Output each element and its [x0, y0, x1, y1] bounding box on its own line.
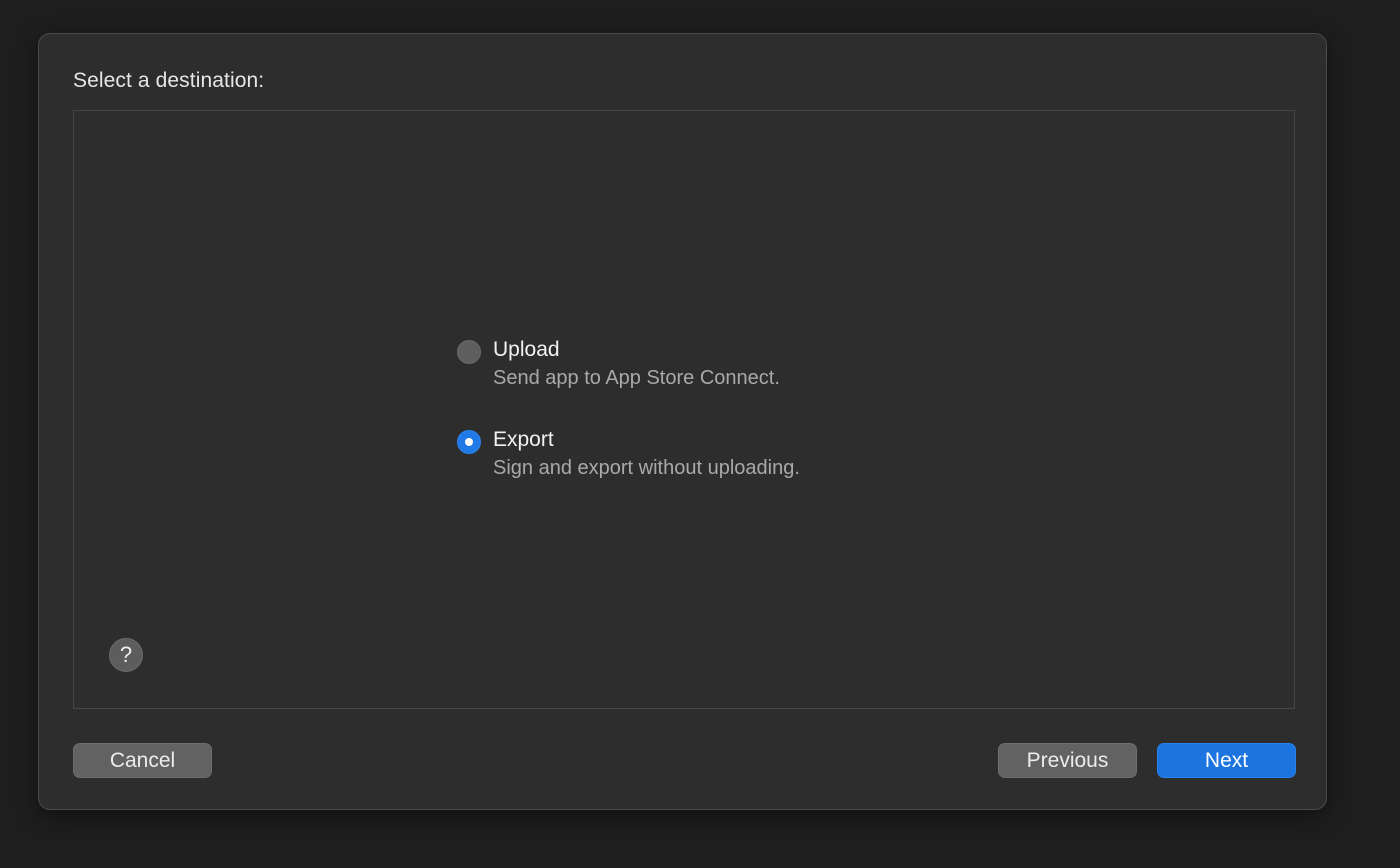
previous-button[interactable]: Previous: [998, 743, 1137, 778]
export-dialog: Select a destination: Upload Send app to…: [38, 33, 1327, 810]
upload-radio-icon[interactable]: [457, 340, 481, 364]
option-export-title: Export: [493, 428, 554, 451]
option-export-description: Sign and export without uploading.: [493, 457, 800, 479]
export-radio-icon[interactable]: [457, 430, 481, 454]
help-button[interactable]: ?: [109, 638, 143, 672]
dialog-heading: Select a destination:: [73, 69, 265, 92]
question-mark-icon: ?: [119, 642, 133, 667]
destination-panel: Upload Send app to App Store Connect. Ex…: [73, 110, 1295, 709]
next-button[interactable]: Next: [1157, 743, 1296, 778]
option-upload-description: Send app to App Store Connect.: [493, 367, 780, 389]
option-upload-title: Upload: [493, 338, 560, 361]
cancel-button[interactable]: Cancel: [73, 743, 212, 778]
